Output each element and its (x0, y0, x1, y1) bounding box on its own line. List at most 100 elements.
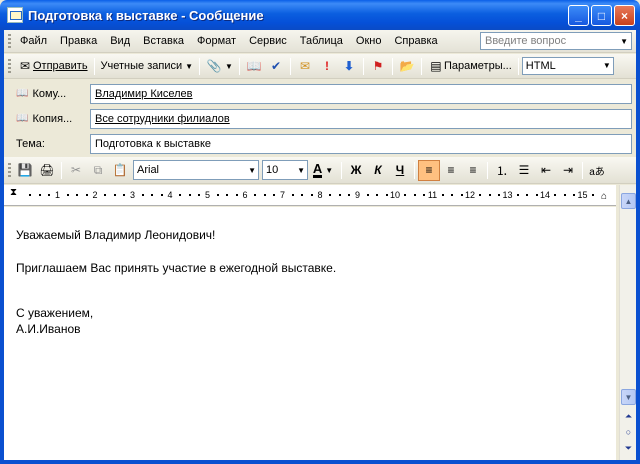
toolbar-grip[interactable] (8, 33, 11, 49)
ruler-tick (141, 194, 144, 196)
text-direction-button[interactable]: aあ (586, 160, 608, 181)
maximize-button[interactable]: □ (591, 5, 612, 26)
ruler-tick (348, 194, 351, 196)
bold-button[interactable]: Ж (345, 160, 367, 181)
align-left-button[interactable]: ≡ (418, 159, 440, 181)
scroll-up-button[interactable]: ▲ (621, 193, 636, 209)
options-icon: ▤ (430, 59, 442, 73)
menu-insert[interactable]: Вставка (137, 35, 191, 47)
menu-format[interactable]: Формат (191, 35, 243, 47)
chevron-down-icon[interactable]: ▼ (620, 37, 628, 46)
align-right-icon: ≡ (469, 163, 477, 177)
check-names-icon: ✔ (270, 59, 281, 73)
printer-icon: 🖨 (39, 163, 55, 177)
close-button[interactable]: × (614, 5, 635, 26)
print-button[interactable]: 🖨 (36, 160, 58, 181)
divider (487, 161, 488, 179)
ruler-tick (198, 194, 201, 196)
toolbar-grip[interactable] (8, 58, 11, 74)
ruler-number: 5 (204, 190, 210, 200)
right-indent-marker[interactable]: ⌂ (601, 191, 607, 202)
check-names-button[interactable]: ✔ (265, 56, 287, 77)
font-name-select[interactable]: Arial ▼ (133, 160, 259, 180)
font-color-button[interactable]: A ▼ (308, 160, 338, 181)
ruler-number: 12 (465, 190, 476, 200)
flag-icon: ⚑ (372, 59, 384, 73)
invitation-line: Приглашаем Вас принять участие в ежегодн… (16, 261, 337, 275)
cc-button[interactable]: 📖 Копия... (4, 113, 88, 125)
toolbar-grip[interactable] (8, 162, 11, 178)
ruler-tick (160, 194, 163, 196)
ruler[interactable]: ⧗ ⌂ 1 2 3 4 5 6 7 8 9 10 11 12 13 14 15 (4, 185, 616, 206)
menu-window[interactable]: Окно (350, 35, 389, 47)
insert-item-button[interactable]: ✉ (294, 56, 316, 77)
menu-file[interactable]: Файл (14, 35, 54, 47)
message-body[interactable]: Уважаемый Владимир Леонидович! Приглашае… (4, 207, 616, 460)
ruler-tick (226, 194, 229, 196)
save-button[interactable]: 💾 (14, 160, 36, 181)
cut-button[interactable]: ✂ (65, 160, 87, 181)
ruler-number: 9 (354, 190, 360, 200)
paste-button[interactable]: 📋 (109, 160, 131, 181)
browse-object-button[interactable]: ○ (621, 425, 636, 439)
ruler-number: 6 (242, 190, 248, 200)
double-up-icon: ⏶ (624, 410, 633, 421)
font-size-select[interactable]: 10 ▼ (262, 160, 308, 180)
decrease-indent-button[interactable]: ⇤ (535, 160, 557, 181)
menu-tools[interactable]: Сервис (243, 35, 294, 47)
paperclip-icon: 📎 (206, 59, 222, 73)
standard-toolbar: ✉ Отправить Учетные записи ▼ 📎 ▼ 📖 ✔ ✉ !… (4, 54, 636, 79)
increase-indent-button[interactable]: ⇥ (557, 160, 579, 181)
scroll-down-button[interactable]: ▼ (621, 389, 636, 405)
ruler-tick (273, 194, 276, 196)
align-center-button[interactable]: ≡ (440, 160, 462, 181)
menu-edit[interactable]: Правка (54, 35, 104, 47)
decrease-indent-icon: ⇤ (540, 163, 552, 177)
ruler-tick (291, 194, 294, 196)
bullets-button[interactable]: ☰ (513, 160, 535, 181)
ruler-tick (554, 194, 557, 196)
greeting-line: Уважаемый Владимир Леонидович! (16, 228, 216, 242)
to-field[interactable]: Владимир Киселев (90, 83, 632, 104)
ruler-tick (413, 194, 416, 196)
high-importance-button[interactable]: ! (316, 56, 338, 77)
options-button[interactable]: ▤ Параметры... (425, 56, 515, 77)
message-header: 📖 Кому... Владимир Киселев 📖 Копия... Вс… (4, 80, 636, 156)
chevron-down-icon: ▼ (248, 166, 256, 175)
align-right-button[interactable]: ≡ (462, 160, 484, 181)
ruler-number: 3 (129, 190, 135, 200)
vertical-scrollbar[interactable]: ▲ ▼ ⏶ ○ ⏷ (619, 185, 636, 460)
first-line-indent-marker[interactable]: ⧗ (10, 187, 17, 198)
ask-question-input[interactable]: Введите вопрос ▼ (480, 32, 632, 50)
numbering-button[interactable]: ⒈ (491, 160, 513, 181)
message-format-select[interactable]: HTML ▼ (521, 57, 614, 75)
subject-field[interactable]: Подготовка к выставке (90, 133, 632, 154)
cc-field[interactable]: Все сотрудники филиалов (90, 108, 632, 129)
formatting-toolbar: 💾 🖨 ✂ ⧉ 📋 Arial ▼ 10 ▼ A ▼ Ж К Ч ≡ ≡ ≡ ⒈… (4, 157, 636, 184)
align-center-icon: ≡ (447, 163, 455, 177)
to-button[interactable]: 📖 Кому... (4, 88, 88, 100)
menu-help[interactable]: Справка (388, 35, 444, 47)
follow-up-flag-button[interactable]: ⚑ (367, 56, 389, 77)
low-importance-button[interactable]: ⬇ (338, 56, 360, 77)
ruler-tick (385, 194, 388, 196)
next-page-button[interactable]: ⏷ (621, 441, 636, 455)
minimize-button[interactable]: _ (568, 5, 589, 26)
open-folder-button[interactable]: 📂 (396, 56, 418, 77)
ruler-tick (216, 194, 219, 196)
attach-file-button[interactable]: 📎 ▼ (203, 56, 236, 77)
menu-table[interactable]: Таблица (294, 35, 350, 47)
previous-page-button[interactable]: ⏶ (621, 409, 636, 423)
window-title: Подготовка к выставке - Сообщение (28, 7, 264, 23)
send-icon: ✉ (19, 59, 31, 73)
underline-button[interactable]: Ч (389, 160, 411, 181)
exclamation-icon: ! (324, 59, 329, 73)
italic-button[interactable]: К (367, 160, 389, 181)
menu-view[interactable]: Вид (104, 35, 137, 47)
send-button[interactable]: ✉ Отправить (14, 56, 91, 77)
subject-row: Тема: Подготовка к выставке (4, 133, 636, 154)
address-book-button[interactable]: 📖 (243, 56, 265, 77)
copy-button[interactable]: ⧉ (87, 160, 109, 181)
accounts-button[interactable]: Учетные записи ▼ (98, 56, 197, 77)
ruler-tick (329, 194, 332, 196)
